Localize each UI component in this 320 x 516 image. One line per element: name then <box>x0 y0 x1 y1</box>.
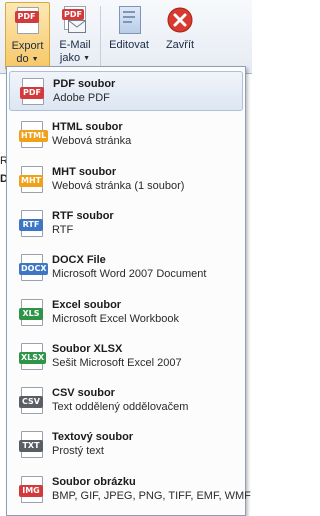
menu-item-rtf[interactable]: RTF RTF soubor RTF <box>9 204 243 244</box>
menu-item-html[interactable]: HTML HTML soubor Webová stránka <box>9 115 243 155</box>
menu-item-description: BMP, GIF, JPEG, PNG, TIFF, EMF, WMF <box>52 489 251 502</box>
edit-label: Editovat <box>109 39 149 51</box>
export-label: Export <box>11 40 44 52</box>
menu-item-title: CSV soubor <box>52 387 115 400</box>
email-pdf-icon: PDF <box>62 6 88 34</box>
dropdown-arrow-icon: ▼ <box>31 56 39 63</box>
csv-file-icon: CSV <box>19 387 45 415</box>
menu-item-title: RTF soubor <box>52 209 114 222</box>
docx-file-icon: DOCX <box>19 254 49 282</box>
menu-item-description: Webová stránka (1 soubor) <box>52 179 185 192</box>
xlsx-file-icon: XLSX <box>19 342 47 371</box>
menu-item-title: MHT soubor <box>52 165 117 178</box>
close-label: Zavřít <box>165 39 195 51</box>
html-file-icon: HTML <box>19 121 49 149</box>
export-dropdown-menu: PDF PDF soubor Adobe PDF HTML HTML soubor Web… <box>6 66 251 516</box>
menu-item-title: Soubor XLSX <box>52 342 123 355</box>
menu-item-txt[interactable]: TXT Textový soubor Prostý text <box>9 425 243 465</box>
menu-item-description: Adobe PDF <box>53 92 110 104</box>
email-label-2: jako <box>59 52 81 64</box>
menu-item-description: RTF <box>52 223 74 236</box>
export-label-2: do <box>16 53 29 65</box>
menu-item-description: Microsoft Word 2007 Document <box>52 268 207 281</box>
menu-item-title: DOCX File <box>52 254 106 267</box>
menu-item-title: PDF soubor <box>53 78 116 90</box>
menu-item-description: Microsoft Excel Workbook <box>52 312 179 325</box>
image-file-icon: IMG <box>19 475 45 504</box>
xls-file-icon: XLS <box>19 298 45 327</box>
menu-item-description: Prostý text <box>52 445 104 458</box>
menu-item-pdf[interactable]: PDF PDF soubor Adobe PDF <box>9 71 243 111</box>
menu-item-mht[interactable]: MHT MHT soubor Webová stránka (1 soubor) <box>9 160 243 200</box>
menu-item-title: Textový soubor <box>52 431 134 444</box>
menu-item-title: Excel soubor <box>52 298 122 311</box>
menu-item-description: Sešit Microsoft Excel 2007 <box>52 356 182 369</box>
menu-item-description: Webová stránka <box>52 135 132 148</box>
export-button[interactable]: PDF Export do ▼ <box>5 2 50 70</box>
rtf-file-icon: RTF <box>19 209 45 238</box>
txt-file-icon: TXT <box>19 431 45 459</box>
mht-file-icon: MHT <box>19 165 45 194</box>
ribbon-toolbar: PDF Export do ▼ PDF E-Mail jako ▼ Editov… <box>0 0 252 74</box>
menu-item-title: HTML soubor <box>52 121 123 134</box>
close-icon <box>167 7 193 33</box>
edit-button[interactable]: Editovat <box>104 2 154 70</box>
pdf-file-icon: PDF <box>14 7 41 35</box>
toolbar-separator <box>100 6 101 66</box>
menu-item-image[interactable]: IMG Soubor obrázku BMP, GIF, JPEG, PNG, TI… <box>9 470 251 510</box>
menu-item-description: Text oddělený oddělovačem <box>52 401 189 414</box>
email-as-button[interactable]: PDF E-Mail jako ▼ <box>55 2 95 70</box>
pdf-file-icon: PDF <box>20 78 46 106</box>
email-label: E-Mail <box>59 39 91 51</box>
menu-item-xlsx[interactable]: XLSX Soubor XLSX Sešit Microsoft Excel 200… <box>9 337 243 377</box>
menu-item-csv[interactable]: CSV CSV soubor Text oddělený oddělovačem <box>9 381 243 421</box>
menu-item-title: Soubor obrázku <box>52 475 136 488</box>
menu-item-docx[interactable]: DOCX DOCX File Microsoft Word 2007 Documen… <box>9 248 243 288</box>
edit-document-icon <box>115 6 143 34</box>
close-button[interactable]: Zavřít <box>158 2 202 70</box>
dropdown-arrow-icon: ▼ <box>83 55 91 62</box>
menu-item-xls[interactable]: XLS Excel soubor Microsoft Excel Workbook <box>9 293 243 333</box>
